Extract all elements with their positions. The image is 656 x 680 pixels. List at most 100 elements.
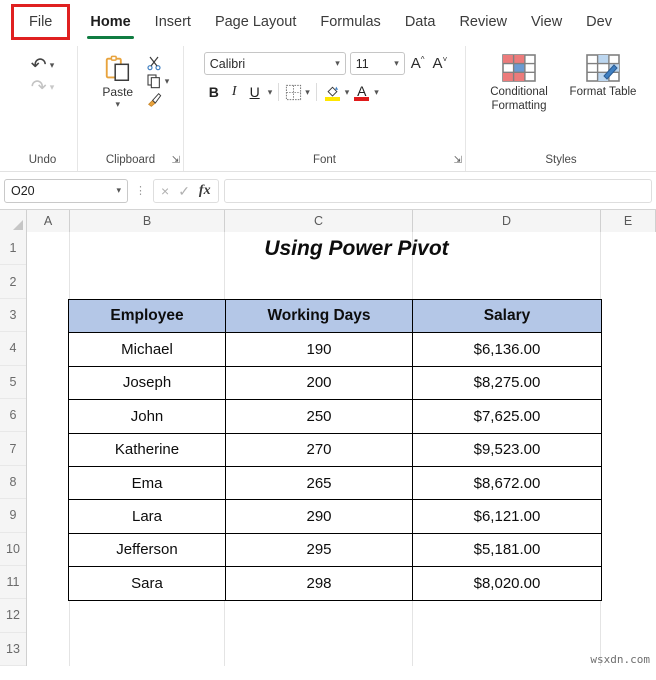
enter-formula-icon[interactable]: ✓: [178, 184, 190, 198]
cancel-formula-icon[interactable]: ×: [161, 184, 169, 198]
tab-review[interactable]: Review: [448, 8, 518, 36]
cell-employee[interactable]: Michael: [68, 332, 226, 367]
cell-working-days[interactable]: 200: [225, 365, 413, 401]
shrink-font-letter: A: [432, 55, 443, 72]
font-dialog-launcher-icon[interactable]: ⇲: [454, 156, 462, 166]
table-header-salary[interactable]: Salary: [412, 298, 602, 334]
sheet-cells[interactable]: Using Power Pivot Employee Working Days …: [27, 232, 656, 667]
row-header-3[interactable]: 3: [0, 298, 26, 333]
cell-working-days[interactable]: 298: [225, 566, 413, 601]
cell-salary[interactable]: $8,020.00: [412, 566, 602, 601]
cell-salary[interactable]: $6,136.00: [412, 332, 602, 367]
cell-working-days[interactable]: 270: [225, 432, 413, 467]
tab-home[interactable]: Home: [79, 8, 141, 39]
tab-insert[interactable]: Insert: [144, 8, 202, 36]
column-header-c[interactable]: C: [225, 210, 413, 232]
paste-chevron-down-icon[interactable]: ▾: [115, 99, 120, 110]
tab-file[interactable]: File: [10, 4, 71, 40]
paste-button[interactable]: Paste ▾: [92, 52, 144, 110]
borders-icon[interactable]: [285, 84, 302, 101]
cell-salary[interactable]: $8,275.00: [412, 365, 602, 401]
column-header-d[interactable]: D: [413, 210, 601, 232]
font-color-button[interactable]: A: [352, 84, 371, 101]
clipboard-dialog-launcher-icon[interactable]: ⇲: [172, 156, 180, 166]
format-painter-button[interactable]: [146, 91, 170, 107]
row-header-1[interactable]: 1: [0, 232, 26, 266]
sheet-title-cell[interactable]: Using Power Pivot: [70, 232, 643, 266]
cell-employee[interactable]: Katherine: [68, 432, 226, 467]
cell-salary[interactable]: $7,625.00: [412, 399, 602, 434]
name-box-chevron-down-icon[interactable]: ▾: [116, 185, 121, 196]
cell-employee[interactable]: John: [68, 399, 226, 434]
row-header-5[interactable]: 5: [0, 365, 26, 399]
cell-working-days[interactable]: 190: [225, 332, 413, 367]
format-as-table-button[interactable]: Format Table: [564, 52, 642, 99]
row-header-2[interactable]: 2: [0, 265, 26, 299]
undo-chevron-down-icon[interactable]: ▾: [50, 60, 55, 71]
tab-formulas[interactable]: Formulas: [309, 8, 391, 36]
borders-chevron-down-icon[interactable]: ▾: [305, 87, 310, 98]
tab-developer[interactable]: Dev: [575, 8, 623, 36]
table-row: Joseph 200 $8,275.00: [68, 365, 602, 401]
column-header-e[interactable]: E: [601, 210, 656, 232]
table-header-working-days[interactable]: Working Days: [225, 298, 413, 334]
cell-working-days[interactable]: 295: [225, 532, 413, 568]
cell-salary[interactable]: $6,121.00: [412, 499, 602, 534]
tab-data[interactable]: Data: [394, 8, 447, 36]
column-header-a[interactable]: A: [27, 210, 70, 232]
copy-chevron-down-icon[interactable]: ▾: [165, 76, 170, 87]
cell-working-days[interactable]: 250: [225, 399, 413, 434]
column-header-b[interactable]: B: [70, 210, 225, 232]
row-header-10[interactable]: 10: [0, 532, 26, 566]
ribbon-tab-bar: File Home Insert Page Layout Formulas Da…: [0, 0, 656, 44]
underline-chevron-down-icon[interactable]: ▾: [268, 87, 273, 98]
cell-employee[interactable]: Sara: [68, 566, 226, 601]
redo-chevron-down-icon[interactable]: ▾: [50, 82, 55, 93]
italic-button[interactable]: I: [227, 83, 242, 101]
font-name-select[interactable]: Calibri ▾: [203, 52, 346, 75]
decrease-font-size-button[interactable]: A˅: [431, 55, 450, 72]
increase-font-size-button[interactable]: A^: [409, 55, 427, 72]
row-header-4[interactable]: 4: [0, 332, 26, 366]
row-header-6[interactable]: 6: [0, 398, 26, 433]
underline-button[interactable]: U: [245, 83, 265, 101]
font-size-chevron-down-icon[interactable]: ▾: [394, 58, 399, 69]
cell-working-days[interactable]: 265: [225, 465, 413, 501]
undo-button[interactable]: ↶ ▾: [31, 56, 54, 75]
font-name-chevron-down-icon[interactable]: ▾: [335, 58, 340, 69]
formula-bar-grip-icon[interactable]: ⋮: [133, 184, 148, 197]
cell-working-days[interactable]: 290: [225, 499, 413, 534]
conditional-formatting-button[interactable]: Conditional Formatting: [480, 52, 558, 114]
fill-color-chevron-down-icon[interactable]: ▾: [345, 87, 350, 98]
name-box[interactable]: O20 ▾: [4, 178, 128, 203]
formula-input[interactable]: [223, 178, 652, 203]
row-header-12[interactable]: 12: [0, 599, 26, 633]
insert-function-icon[interactable]: fx: [199, 183, 211, 198]
tab-view[interactable]: View: [520, 8, 573, 36]
redo-arrow-icon: ↷: [30, 77, 47, 98]
cell-salary[interactable]: $5,181.00: [412, 532, 602, 568]
copy-button[interactable]: ▾: [146, 73, 170, 89]
cell-employee[interactable]: Lara: [68, 499, 226, 534]
cut-button[interactable]: [146, 55, 170, 71]
font-color-chevron-down-icon[interactable]: ▾: [374, 87, 379, 98]
select-all-corner[interactable]: [0, 210, 27, 232]
bold-button[interactable]: B: [204, 83, 224, 101]
cell-employee[interactable]: Ema: [68, 465, 226, 501]
cell-employee[interactable]: Joseph: [68, 365, 226, 401]
cell-salary[interactable]: $9,523.00: [412, 432, 602, 467]
row-header-9[interactable]: 9: [0, 499, 26, 533]
fill-color-button[interactable]: [323, 84, 342, 101]
font-size-select[interactable]: 11 ▾: [349, 52, 405, 75]
row-header-7[interactable]: 7: [0, 432, 26, 466]
row-header-11[interactable]: 11: [0, 565, 26, 600]
redo-button[interactable]: ↷ ▾: [31, 78, 54, 97]
format-as-table-icon: [586, 54, 620, 82]
group-label-undo: Undo: [28, 154, 57, 166]
row-header-8[interactable]: 8: [0, 465, 26, 500]
tab-page-layout[interactable]: Page Layout: [204, 8, 307, 36]
cell-employee[interactable]: Jefferson: [68, 532, 226, 568]
row-header-13[interactable]: 13: [0, 632, 26, 667]
cell-salary[interactable]: $8,672.00: [412, 465, 602, 501]
table-header-employee[interactable]: Employee: [68, 298, 226, 334]
